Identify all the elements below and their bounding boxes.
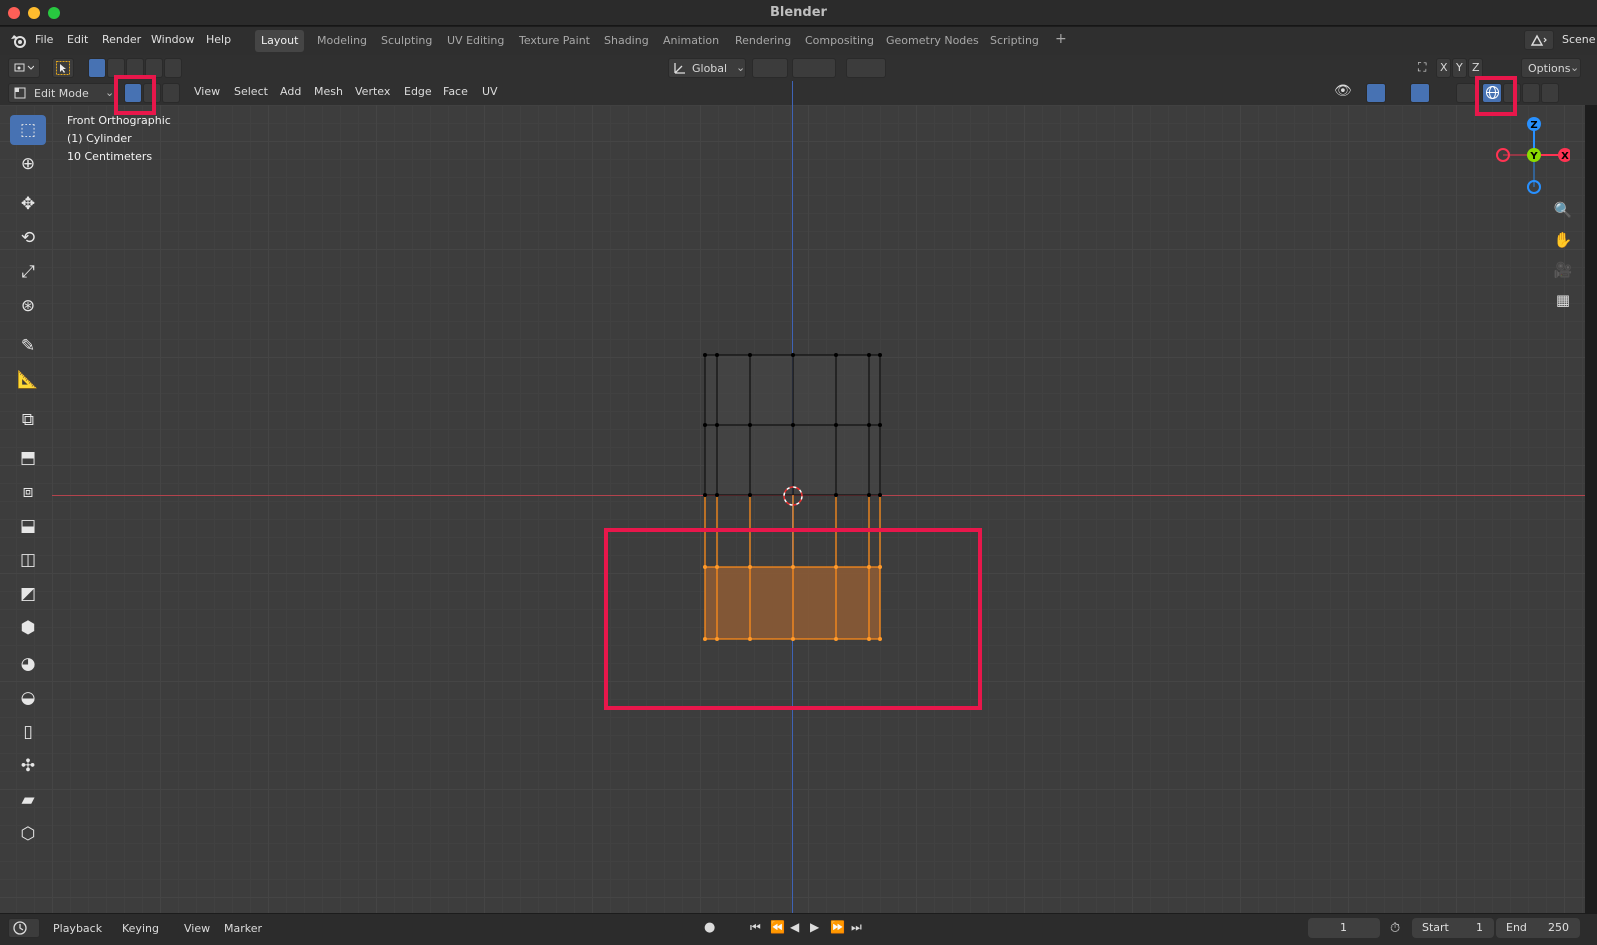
add-cube-icon[interactable]: ⧉ <box>10 405 46 435</box>
transform-icon[interactable]: ⊛ <box>10 291 46 321</box>
navigation-gizmo[interactable]: Z X Y <box>1490 112 1570 202</box>
start-frame-field[interactable]: Start 1 <box>1412 918 1494 938</box>
edge-slide-icon[interactable]: ▯ <box>10 717 46 747</box>
poly-build-icon[interactable]: ⬢ <box>10 613 46 643</box>
camera-view-icon[interactable]: 🎥 <box>1549 256 1577 284</box>
end-frame-field[interactable]: End 250 <box>1496 918 1580 938</box>
current-frame-field[interactable]: 1 <box>1308 918 1380 938</box>
highlight-wireframe-shading <box>1475 76 1517 116</box>
menu-playback[interactable]: Playback <box>53 922 102 935</box>
measure-icon[interactable]: 📐 <box>10 365 46 395</box>
zoom-icon[interactable]: 🔍 <box>1549 196 1577 224</box>
left-toolbar: ⬚ ⊕ ✥ ⟲ ⤢ ⊛ ✎ 📐 ⧉ ⬒ ⧈ ⬓ ◫ ◩ ⬢ ◕ ◒ ▯ ✣ ▰ … <box>6 113 50 869</box>
preview-range-clock-icon[interactable]: ⏱ <box>1390 921 1400 936</box>
spin-icon[interactable]: ◕ <box>10 649 46 679</box>
rip-icon[interactable]: ⬡ <box>10 819 46 849</box>
rotate-icon[interactable]: ⟲ <box>10 223 46 253</box>
knife-icon[interactable]: ◩ <box>10 579 46 609</box>
highlight-selected-faces <box>604 528 982 710</box>
cylinder-mesh[interactable] <box>0 0 1597 945</box>
jump-to-start-icon[interactable]: ⏮ <box>750 920 761 935</box>
cursor-icon[interactable]: ⊕ <box>10 149 46 179</box>
ortho-grid-icon[interactable]: ▦ <box>1549 286 1577 314</box>
menu-marker[interactable]: Marker <box>224 922 262 935</box>
inset-icon[interactable]: ⧈ <box>10 477 46 507</box>
auto-keying-record-icon[interactable]: ● <box>704 920 715 935</box>
bevel-icon[interactable]: ⬓ <box>10 511 46 541</box>
jump-to-keyframe-forward-icon[interactable]: ⏩ <box>830 920 845 934</box>
svg-text:Y: Y <box>1529 151 1538 162</box>
scale-icon[interactable]: ⤢ <box>10 257 46 287</box>
play-reverse-icon[interactable]: ◀ <box>790 920 799 934</box>
timeline-editor-type-icon[interactable] <box>8 918 40 938</box>
jump-to-end-icon[interactable]: ⏭ <box>851 920 862 935</box>
extrude-icon[interactable]: ⬒ <box>10 443 46 473</box>
svg-text:Z: Z <box>1530 120 1537 131</box>
pan-hand-icon[interactable]: ✋ <box>1549 226 1577 254</box>
timeline-header: Playback Keying View Marker ● ⏮ ⏪ ◀ ▶ ⏩ … <box>0 913 1597 945</box>
menu-timeline-view[interactable]: View <box>184 922 210 935</box>
smooth-icon[interactable]: ◒ <box>10 683 46 713</box>
jump-to-keyframe-back-icon[interactable]: ⏪ <box>770 920 785 934</box>
svg-text:X: X <box>1561 151 1569 162</box>
select-box-icon[interactable]: ⬚ <box>10 115 46 145</box>
highlight-vertex-select-mode <box>114 75 156 115</box>
annotate-icon[interactable]: ✎ <box>10 331 46 361</box>
shear-icon[interactable]: ▰ <box>10 785 46 815</box>
loop-cut-icon[interactable]: ◫ <box>10 545 46 575</box>
move-icon[interactable]: ✥ <box>10 189 46 219</box>
shrink-fatten-icon[interactable]: ✣ <box>10 751 46 781</box>
menu-keying[interactable]: Keying <box>122 922 159 935</box>
play-icon[interactable]: ▶ <box>810 920 819 934</box>
